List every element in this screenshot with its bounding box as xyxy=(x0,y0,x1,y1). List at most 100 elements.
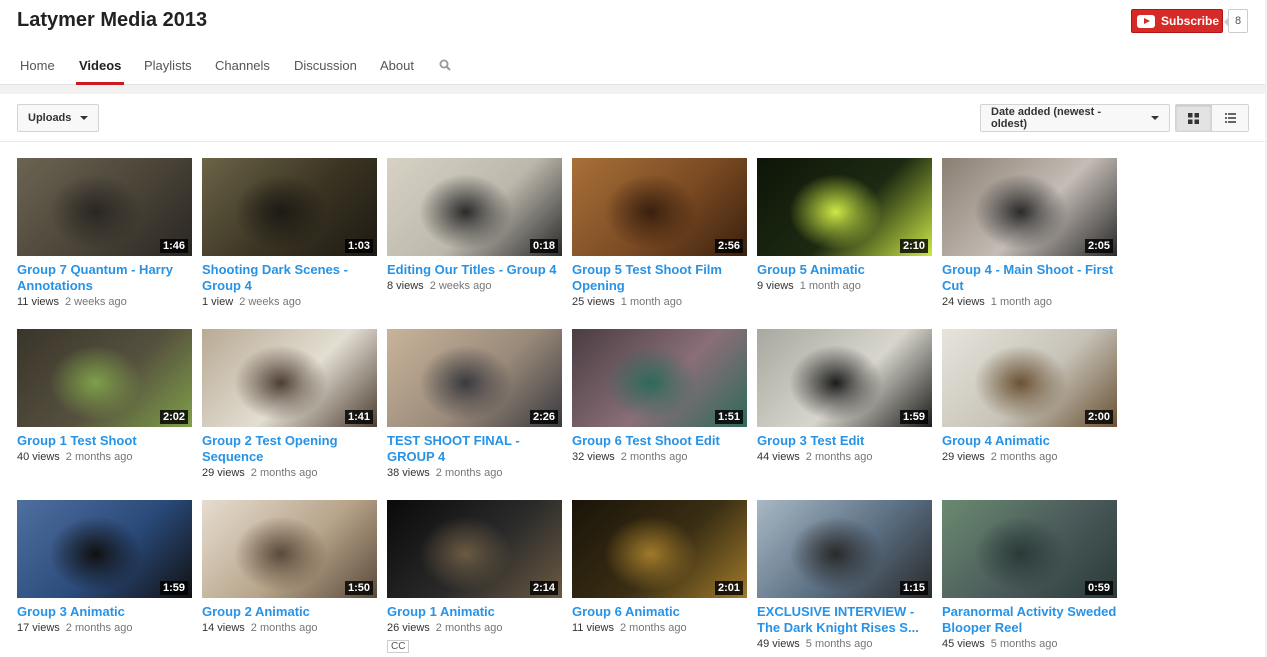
video-duration: 1:50 xyxy=(344,581,373,595)
tab-about[interactable]: About xyxy=(380,58,414,85)
video-duration: 2:26 xyxy=(529,410,558,424)
video-title-link[interactable]: Group 1 Test Shoot xyxy=(17,433,192,449)
video-title-link[interactable]: Group 1 Animatic xyxy=(387,604,562,620)
view-count: 24 views xyxy=(942,296,985,308)
video-thumbnail[interactable]: 1:50 xyxy=(202,500,377,598)
video-title-link[interactable]: Group 6 Animatic xyxy=(572,604,747,620)
video-thumbnail[interactable]: 2:14 xyxy=(387,500,562,598)
uploads-label: Uploads xyxy=(28,112,72,124)
video-card[interactable]: 1:03 Shooting Dark Scenes - Group 4 1 view… xyxy=(202,158,377,310)
video-thumbnail[interactable]: 2:05 xyxy=(942,158,1117,256)
tab-channels[interactable]: Channels xyxy=(215,58,270,85)
tab-playlists[interactable]: Playlists xyxy=(144,58,192,85)
video-thumbnail[interactable]: 2:56 xyxy=(572,158,747,256)
subscribe-button[interactable]: Subscribe xyxy=(1131,9,1223,33)
video-thumbnail[interactable]: 0:59 xyxy=(942,500,1117,598)
videos-panel: Uploads Date added (newest - oldest) 1:4… xyxy=(0,94,1265,657)
view-toggle xyxy=(1175,104,1249,132)
video-meta: 29 views 2 months ago xyxy=(202,465,377,481)
view-count: 45 views xyxy=(942,638,985,650)
video-thumbnail[interactable]: 2:02 xyxy=(17,329,192,427)
video-thumbnail[interactable]: 1:41 xyxy=(202,329,377,427)
upload-age: 2 months ago xyxy=(435,622,503,634)
view-count: 14 views xyxy=(202,622,245,634)
list-view-button[interactable] xyxy=(1212,105,1248,131)
video-card[interactable]: 1:51 Group 6 Test Shoot Edit 32 views 2 mon… xyxy=(572,329,747,465)
video-card[interactable]: 2:01 Group 6 Animatic 11 views 2 months ago xyxy=(572,500,747,636)
video-title-link[interactable]: Group 2 Animatic xyxy=(202,604,377,620)
video-duration: 1:59 xyxy=(899,410,928,424)
video-thumbnail[interactable]: 0:18 xyxy=(387,158,562,256)
upload-age: 2 months ago xyxy=(805,451,873,463)
video-title-link[interactable]: Group 5 Animatic xyxy=(757,262,932,278)
video-thumbnail[interactable]: 1:59 xyxy=(757,329,932,427)
video-meta: 9 views 1 month ago xyxy=(757,278,932,294)
view-count: 1 view xyxy=(202,296,234,308)
uploads-dropdown[interactable]: Uploads xyxy=(17,104,99,132)
video-title-link[interactable]: Group 5 Test Shoot Film Opening xyxy=(572,262,747,294)
video-title-link[interactable]: Group 4 Animatic xyxy=(942,433,1117,449)
view-count: 17 views xyxy=(17,622,60,634)
video-meta: 26 views 2 months ago xyxy=(387,620,562,636)
video-card[interactable]: 2:05 Group 4 - Main Shoot - First Cut 24 v… xyxy=(942,158,1117,310)
video-thumbnail[interactable]: 2:10 xyxy=(757,158,932,256)
view-count: 11 views xyxy=(17,296,59,308)
video-title-link[interactable]: Group 4 - Main Shoot - First Cut xyxy=(942,262,1117,294)
video-card[interactable]: 0:59 Paranormal Activity Sweded Blooper R… xyxy=(942,500,1117,652)
video-card[interactable]: 1:41 Group 2 Test Opening Sequence 29 view… xyxy=(202,329,377,481)
video-meta: 11 views 2 weeks ago xyxy=(17,294,192,310)
video-thumbnail[interactable]: 2:26 xyxy=(387,329,562,427)
video-card[interactable]: 2:10 Group 5 Animatic 9 views 1 month ago xyxy=(757,158,932,294)
view-count: 29 views xyxy=(942,451,985,463)
subscribe-label: Subscribe xyxy=(1161,14,1220,28)
video-card[interactable]: 2:26 TEST SHOOT FINAL - GROUP 4 38 views 2 … xyxy=(387,329,562,481)
video-thumbnail[interactable]: 1:46 xyxy=(17,158,192,256)
upload-age: 2 months ago xyxy=(620,451,688,463)
video-card[interactable]: 0:18 Editing Our Titles - Group 4 8 views 2… xyxy=(387,158,562,294)
videos-toolbar: Uploads Date added (newest - oldest) xyxy=(0,94,1265,142)
video-duration: 2:56 xyxy=(714,239,743,253)
video-card[interactable]: 1:46 Group 7 Quantum - Harry Annotations 1… xyxy=(17,158,192,310)
video-card[interactable]: 2:00 Group 4 Animatic 29 views 2 months ago xyxy=(942,329,1117,465)
video-thumbnail[interactable]: 2:01 xyxy=(572,500,747,598)
video-title-link[interactable]: Editing Our Titles - Group 4 xyxy=(387,262,562,278)
video-card[interactable]: 2:14 Group 1 Animatic 26 views 2 months ago… xyxy=(387,500,562,654)
video-title-link[interactable]: Group 3 Animatic xyxy=(17,604,192,620)
tab-home[interactable]: Home xyxy=(20,58,55,85)
search-icon[interactable] xyxy=(439,59,451,71)
video-title-link[interactable]: Group 7 Quantum - Harry Annotations xyxy=(17,262,192,294)
sort-dropdown[interactable]: Date added (newest - oldest) xyxy=(980,104,1170,132)
view-count: 38 views xyxy=(387,467,430,479)
video-title-link[interactable]: TEST SHOOT FINAL - GROUP 4 xyxy=(387,433,562,465)
video-meta: 45 views 5 months ago xyxy=(942,636,1117,652)
video-card[interactable]: 2:02 Group 1 Test Shoot 40 views 2 months a… xyxy=(17,329,192,465)
tab-discussion[interactable]: Discussion xyxy=(294,58,357,85)
upload-age: 1 month ago xyxy=(990,296,1052,308)
video-card[interactable]: 1:15 EXCLUSIVE INTERVIEW - The Dark Knigh… xyxy=(757,500,932,652)
video-title-link[interactable]: Group 3 Test Edit xyxy=(757,433,932,449)
video-thumbnail[interactable]: 1:15 xyxy=(757,500,932,598)
upload-age: 2 weeks ago xyxy=(239,296,301,308)
grid-view-button[interactable] xyxy=(1176,105,1213,131)
upload-age: 2 months ago xyxy=(65,451,133,463)
video-thumbnail[interactable]: 1:03 xyxy=(202,158,377,256)
video-title-link[interactable]: EXCLUSIVE INTERVIEW - The Dark Knight Ri… xyxy=(757,604,932,636)
video-meta: 49 views 5 months ago xyxy=(757,636,932,652)
video-title-link[interactable]: Paranormal Activity Sweded Blooper Reel xyxy=(942,604,1117,636)
video-title-link[interactable]: Group 2 Test Opening Sequence xyxy=(202,433,377,465)
video-card[interactable]: 1:59 Group 3 Test Edit 44 views 2 months ag… xyxy=(757,329,932,465)
video-thumbnail[interactable]: 2:00 xyxy=(942,329,1117,427)
video-title-link[interactable]: Group 6 Test Shoot Edit xyxy=(572,433,747,449)
video-thumbnail[interactable]: 1:51 xyxy=(572,329,747,427)
tab-videos[interactable]: Videos xyxy=(76,58,125,85)
video-thumbnail[interactable]: 1:59 xyxy=(17,500,192,598)
view-count: 29 views xyxy=(202,467,245,479)
video-title-link[interactable]: Shooting Dark Scenes - Group 4 xyxy=(202,262,377,294)
video-meta: 17 views 2 months ago xyxy=(17,620,192,636)
view-count: 9 views xyxy=(757,280,794,292)
video-card[interactable]: 1:59 Group 3 Animatic 17 views 2 months ago xyxy=(17,500,192,636)
video-card[interactable]: 1:50 Group 2 Animatic 14 views 2 months ago xyxy=(202,500,377,636)
video-meta: 40 views 2 months ago xyxy=(17,449,192,465)
channel-title[interactable]: Latymer Media 2013 xyxy=(17,9,207,32)
video-card[interactable]: 2:56 Group 5 Test Shoot Film Opening 25 vi… xyxy=(572,158,747,310)
